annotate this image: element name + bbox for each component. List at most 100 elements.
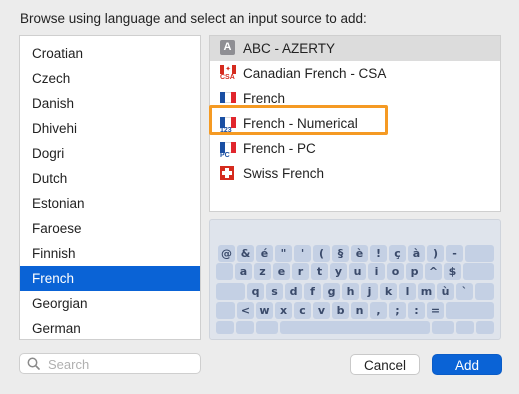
search-icon [27,357,40,370]
keyboard-key: c [294,302,311,319]
language-item-czech[interactable]: Czech [20,66,200,91]
canada-flag-icon: ✦ CSA [220,65,236,81]
keyboard-key: b [332,302,349,319]
keyboard-modifier-key [446,302,494,319]
keyboard-key: & [237,245,254,262]
language-item-german[interactable]: German [20,316,200,339]
keyboard-key: q [247,283,264,300]
source-icon [220,90,236,106]
language-item-dutch[interactable]: Dutch [20,166,200,191]
source-icon: PC [220,140,236,159]
keyboard-key: s [266,283,283,300]
keyboard-key: v [313,302,330,319]
keyboard-key: r [292,263,309,280]
language-item-faroese[interactable]: Faroese [20,216,200,241]
keyboard-key: à [408,245,425,262]
keyboard-key: = [427,302,444,319]
source-label: ABC - AZERTY [243,41,336,56]
language-item-dhivehi[interactable]: Dhivehi [20,116,200,141]
keyboard-preview: @ & é " '(§ è! ç à) - a z e r t y u i o p ^ $ q s d f g h j k l m ù ` < w x… [209,219,501,340]
source-item-abc-azerty[interactable]: A ABC - AZERTY [210,36,500,61]
source-item-canadian-french-csa[interactable]: ✦ CSA Canadian French - CSA [210,61,500,86]
keyboard-modifier-key [236,321,254,334]
keyboard-key: ^ [425,263,442,280]
keyboard-key: l [399,283,416,300]
source-icon: ✦ CSA [220,65,236,81]
keyboard-key: , [370,302,387,319]
keyboard-key: è [351,245,368,262]
source-label: French - PC [243,141,316,156]
keyboard-modifier-key [465,245,494,262]
keyboard-key: ç [389,245,406,262]
keyboard-key: x [275,302,292,319]
keyboard-key: o [387,263,404,280]
keyboard-key: a [235,263,252,280]
keyboard-key: u [349,263,366,280]
language-item-danish[interactable]: Danish [20,91,200,116]
language-item-georgian[interactable]: Georgian [20,291,200,316]
keyboard-key: - [446,245,463,262]
keyboard-modifier-key [475,283,494,300]
source-label: Swiss French [243,166,325,181]
keyboard-key: g [323,283,340,300]
keyboard-key: f [304,283,321,300]
keyboard-key: ù [437,283,454,300]
keyboard-key: h [342,283,359,300]
language-item-estonian[interactable]: Estonian [20,191,200,216]
keyboard-modifier-key [476,321,494,334]
language-item-croatian[interactable]: Croatian [20,41,200,66]
keyboard-modifier-key [456,321,474,334]
instruction-text: Browse using language and select an inpu… [20,11,367,26]
keyboard-modifier-key [432,321,454,334]
keyboard-key: w [256,302,273,319]
keyboard-key: $ [444,263,461,280]
keyboard-key: é [256,245,273,262]
source-label: Canadian French - CSA [243,66,387,81]
keyboard-modifier-key [256,321,278,334]
keyboard-space-key [280,321,430,334]
keyboard-key: ( [313,245,330,262]
language-item-dogri[interactable]: Dogri [20,141,200,166]
keyboard-key: z [254,263,271,280]
france-flag-icon: PC [220,142,236,159]
keyboard-key: p [406,263,423,280]
keyboard-key: k [380,283,397,300]
keyboard-key: t [311,263,328,280]
cancel-button[interactable]: Cancel [350,354,420,375]
keyboard-modifier-key [463,263,494,280]
language-list[interactable]: Croatian Czech Danish Dhivehi Dogri Dutch Esto… [19,35,201,340]
keyboard-modifier-key [216,302,235,319]
source-item-swiss-french[interactable]: Swiss French [210,161,500,186]
search-field[interactable] [19,353,201,374]
keyboard-key: § [332,245,349,262]
abc-icon: A [220,40,235,55]
keyboard-key: ; [389,302,406,319]
keyboard-key: : [408,302,425,319]
badge-text: CSA [220,74,235,81]
source-item-french-pc[interactable]: PC French - PC [210,136,500,161]
keyboard-key: j [361,283,378,300]
keyboard-key: ` [456,283,473,300]
keyboard-modifier-key [216,263,233,280]
keyboard-modifier-key [216,283,245,300]
keyboard-key: y [330,263,347,280]
badge-text: PC [220,152,230,159]
swiss-flag-icon [220,166,234,180]
language-item-finnish[interactable]: Finnish [20,241,200,266]
language-item-french[interactable]: French [20,266,200,291]
keyboard-key: < [237,302,254,319]
keyboard-key: " [275,245,292,262]
keyboard-modifier-key [216,321,234,334]
add-button[interactable]: Add [432,354,502,375]
source-icon: A [220,40,236,56]
keyboard-key: d [285,283,302,300]
search-input[interactable] [46,355,200,374]
keyboard-key: m [418,283,435,300]
highlight-annotation [209,105,388,135]
keyboard-key: @ [218,245,235,262]
keyboard-key: e [273,263,290,280]
add-input-source-sheet: Browse using language and select an inpu… [0,0,519,394]
keyboard-key: ' [294,245,311,262]
keyboard-key: ! [370,245,387,262]
keyboard-key: ) [427,245,444,262]
